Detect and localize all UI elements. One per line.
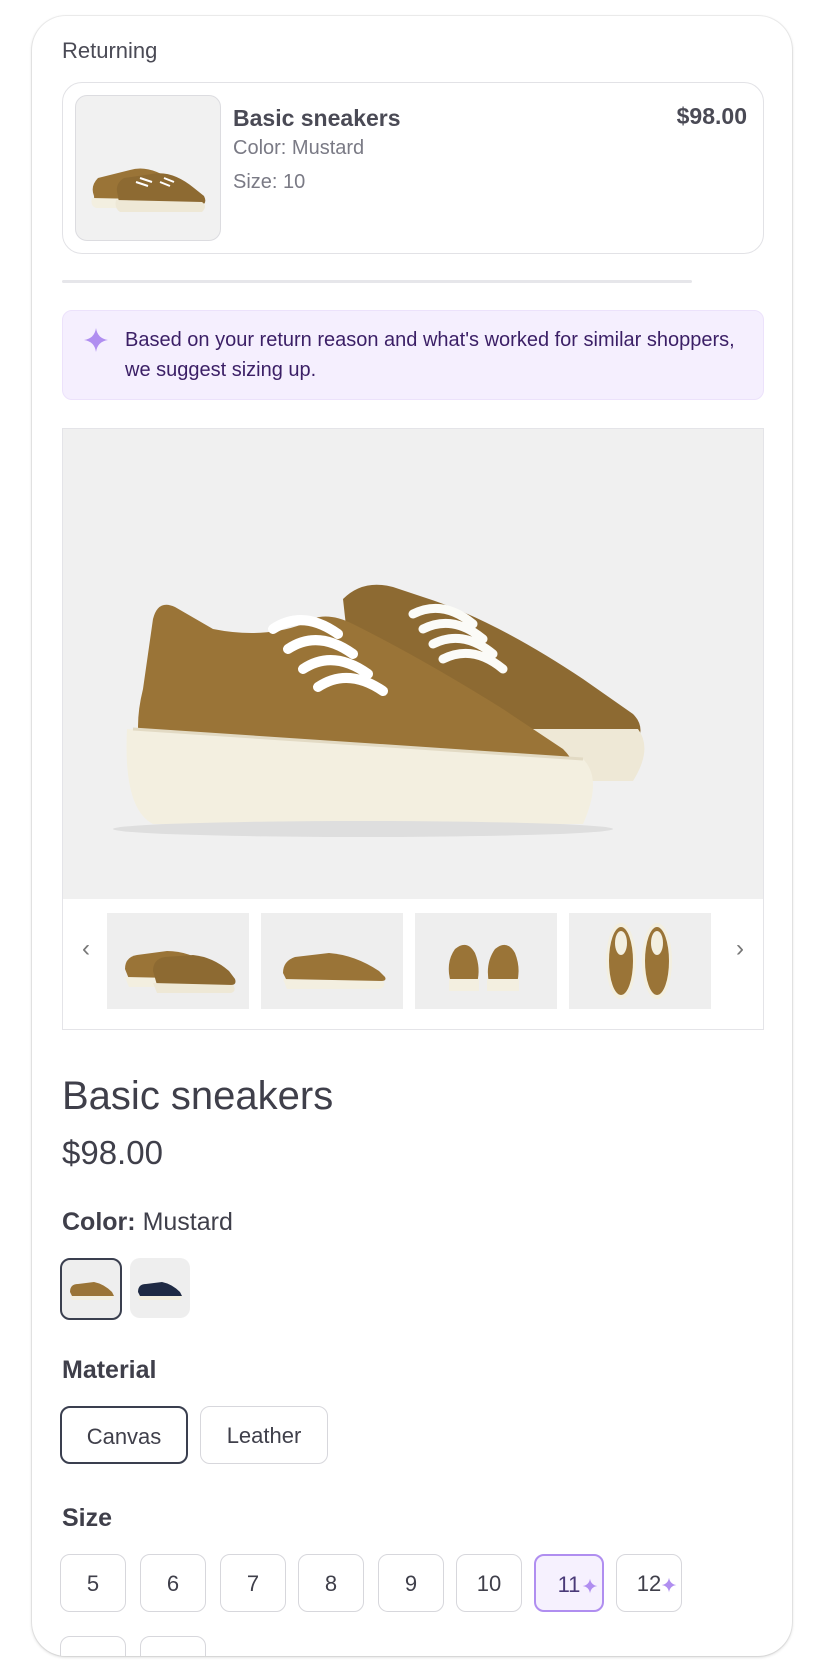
- material-option-canvas[interactable]: Canvas: [60, 1406, 188, 1464]
- product-main-image: [63, 429, 763, 899]
- exchange-card: Returning Basic sneakers $98.00 Color: M…: [32, 16, 792, 1656]
- thumbnail-4[interactable]: [569, 913, 711, 1009]
- sparkle-icon: [582, 1558, 598, 1616]
- color-swatch-navy[interactable]: [130, 1258, 190, 1318]
- thumbnail-1[interactable]: [107, 913, 249, 1009]
- color-swatch-mustard[interactable]: [60, 1258, 122, 1320]
- chevron-left-icon[interactable]: ‹: [71, 929, 101, 969]
- returning-item: Basic sneakers $98.00 Color: Mustard Siz…: [62, 82, 764, 254]
- size-option-10[interactable]: 10: [456, 1554, 522, 1612]
- thumbnail-strip: ‹ ›: [63, 899, 763, 1029]
- returning-item-price: $98.00: [676, 103, 747, 129]
- size-option-6[interactable]: 6: [140, 1554, 206, 1612]
- size-option-11-label: 11: [557, 1572, 581, 1597]
- size-option-8[interactable]: 8: [298, 1554, 364, 1612]
- sparkle-icon: [661, 1557, 677, 1615]
- returning-item-color: Color: Mustard: [233, 137, 365, 159]
- size-option-partial[interactable]: [140, 1636, 206, 1656]
- size-option-7[interactable]: 7: [220, 1554, 286, 1612]
- color-value: Mustard: [142, 1208, 233, 1236]
- returning-item-image: [75, 95, 221, 241]
- size-option-partial[interactable]: [60, 1636, 126, 1656]
- color-label-text: Color:: [62, 1208, 136, 1236]
- size-label: Size: [62, 1504, 113, 1532]
- size-option-9[interactable]: 9: [378, 1554, 444, 1612]
- product-gallery: ‹ ›: [62, 428, 764, 1030]
- returning-title: Returning: [62, 38, 158, 63]
- divider: [62, 280, 692, 283]
- size-option-12-label: 12: [636, 1571, 662, 1596]
- thumbnail-3[interactable]: [415, 913, 557, 1009]
- size-suggestion-banner: Based on your return reason and what's w…: [62, 310, 764, 400]
- material-option-leather[interactable]: Leather: [200, 1406, 328, 1464]
- sparkle-icon: [83, 327, 109, 358]
- chevron-right-icon[interactable]: ›: [725, 929, 755, 969]
- returning-item-size: Size: 10: [233, 171, 306, 193]
- color-label: Color: Mustard: [62, 1208, 233, 1237]
- size-option-5[interactable]: 5: [60, 1554, 126, 1612]
- size-option-11[interactable]: 11: [534, 1554, 604, 1612]
- material-label: Material: [62, 1356, 157, 1384]
- product-price: $98.00: [62, 1134, 163, 1171]
- suggestion-text: Based on your return reason and what's w…: [125, 329, 735, 381]
- returning-item-name: Basic sneakers: [233, 105, 401, 131]
- size-option-12[interactable]: 12: [616, 1554, 682, 1612]
- thumbnail-2[interactable]: [261, 913, 403, 1009]
- product-name: Basic sneakers: [62, 1074, 334, 1118]
